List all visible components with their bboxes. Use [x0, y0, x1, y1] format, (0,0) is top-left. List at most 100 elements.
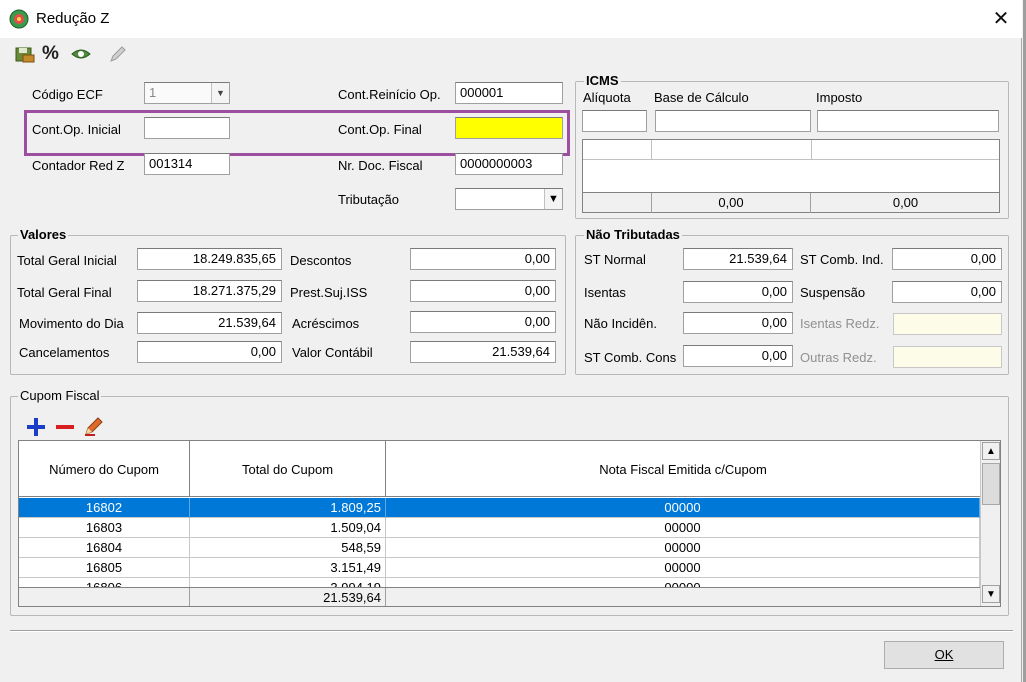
cont-reinicio-input[interactable]: 000001: [455, 82, 563, 104]
table-row[interactable]: 16804 548,59 00000: [19, 538, 980, 558]
prest-suj-iss-label: Prest.Suj.ISS: [290, 285, 368, 300]
imposto-input[interactable]: [817, 110, 999, 132]
imposto-label: Imposto: [816, 90, 863, 105]
cancelamentos-label: Cancelamentos: [19, 345, 110, 360]
scroll-thumb[interactable]: [982, 463, 1000, 505]
base-calculo-input[interactable]: [655, 110, 811, 132]
descontos-input[interactable]: 0,00: [410, 248, 556, 270]
icms-grid-footer: 0,00 0,00: [583, 192, 999, 213]
st-comb-ind-input[interactable]: 0,00: [892, 248, 1002, 270]
remove-icon[interactable]: [54, 416, 76, 438]
tributacao-select[interactable]: ▼: [455, 188, 563, 210]
close-icon[interactable]: ✕: [988, 6, 1014, 32]
ok-button[interactable]: OK: [884, 641, 1004, 669]
divider: [811, 140, 812, 160]
window-title: Redução Z: [36, 10, 110, 27]
app-icon: [9, 9, 29, 29]
tributacao-label: Tributação: [338, 192, 399, 207]
outras-redz-input: [893, 346, 1002, 368]
st-normal-label: ST Normal: [584, 252, 646, 267]
table-cell: 00000: [386, 498, 980, 518]
icms-total-base: 0,00: [651, 193, 811, 213]
movimento-dia-input[interactable]: 21.539,64: [137, 312, 282, 334]
reducao-z-window: Redução Z ✕ % Código ECF 1 ▼ Cont.Op. In…: [0, 0, 1022, 682]
cont-op-final-input[interactable]: [455, 117, 563, 139]
movimento-dia-label: Movimento do Dia: [19, 316, 124, 331]
add-icon[interactable]: [25, 416, 47, 438]
eye-icon[interactable]: [70, 44, 92, 64]
table-row[interactable]: 16802 1.809,25 00000: [19, 498, 980, 518]
total-geral-inicial-input[interactable]: 18.249.835,65: [137, 248, 282, 270]
table-cell: 00000: [386, 558, 980, 578]
st-comb-cons-input[interactable]: 0,00: [683, 345, 793, 367]
table-cell: 16803: [19, 518, 190, 538]
divider: [651, 140, 652, 160]
cancelamentos-input[interactable]: 0,00: [137, 341, 282, 363]
contador-red-z-label: Contador Red Z: [32, 158, 125, 173]
title-bar: Redução Z ✕: [0, 0, 1022, 38]
total-geral-inicial-label: Total Geral Inicial: [17, 253, 117, 268]
nao-tributadas-title: Não Tributadas: [584, 227, 682, 242]
percent-icon[interactable]: %: [42, 44, 64, 64]
column-header[interactable]: Total do Cupom: [190, 441, 386, 497]
st-normal-input[interactable]: 21.539,64: [683, 248, 793, 270]
cupom-grid-header: Número do Cupom Total do Cupom Nota Fisc…: [19, 441, 980, 497]
suspensao-label: Suspensão: [800, 285, 866, 300]
aliquota-label: Alíquota: [583, 90, 631, 105]
st-comb-ind-label: ST Comb. Ind.: [800, 252, 884, 267]
suspensao-input[interactable]: 0,00: [892, 281, 1002, 303]
total-geral-final-label: Total Geral Final: [17, 285, 112, 300]
save-icon[interactable]: [14, 44, 36, 64]
nr-doc-fiscal-input[interactable]: 0000000003: [455, 153, 563, 175]
cupom-total-row: 21.539,64: [19, 587, 980, 606]
table-cell: 548,59: [190, 538, 386, 558]
nr-doc-fiscal-label: Nr. Doc. Fiscal: [338, 158, 423, 173]
table-row[interactable]: 16805 3.151,49 00000: [19, 558, 980, 578]
cupom-total: 21.539,64: [190, 588, 386, 606]
isentas-label: Isentas: [584, 285, 626, 300]
cont-reinicio-label: Cont.Reinício Op.: [338, 87, 441, 102]
edit-icon[interactable]: [83, 415, 105, 437]
scroll-up-icon[interactable]: ▲: [982, 442, 1000, 460]
column-header[interactable]: Nota Fiscal Emitida c/Cupom: [386, 441, 980, 497]
table-cell: 00000: [386, 538, 980, 558]
isentas-input[interactable]: 0,00: [683, 281, 793, 303]
cont-op-inicial-input[interactable]: [144, 117, 230, 139]
valores-title: Valores: [18, 227, 69, 242]
cupom-grid[interactable]: Número do Cupom Total do Cupom Nota Fisc…: [18, 440, 1001, 607]
table-row[interactable]: 16803 1.509,04 00000: [19, 518, 980, 538]
codigo-ecf-label: Código ECF: [32, 87, 103, 102]
table-cell: 1.809,25: [190, 498, 386, 518]
valor-contabil-label: Valor Contábil: [292, 345, 373, 360]
acrescimos-input[interactable]: 0,00: [410, 311, 556, 333]
base-calculo-label: Base de Cálculo: [654, 90, 749, 105]
cupom-fiscal-title: Cupom Fiscal: [18, 388, 102, 403]
contador-red-z-input[interactable]: 001314: [144, 153, 230, 175]
aliquota-input[interactable]: [582, 110, 647, 132]
scroll-down-icon[interactable]: ▼: [982, 585, 1000, 603]
chevron-down-icon: ▼: [211, 83, 229, 103]
isentas-redz-label: Isentas Redz.: [800, 316, 880, 331]
column-header[interactable]: Número do Cupom: [19, 441, 190, 497]
total-geral-final-input[interactable]: 18.271.375,29: [137, 280, 282, 302]
outras-redz-label: Outras Redz.: [800, 350, 877, 365]
nao-inciden-input[interactable]: 0,00: [683, 312, 793, 334]
icms-grid-row: [583, 140, 999, 160]
vertical-scrollbar[interactable]: ▲ ▼: [980, 441, 1000, 606]
icms-total-imposto: 0,00: [892, 195, 919, 210]
icms-grid[interactable]: 0,00 0,00: [582, 139, 1000, 213]
ok-label: OK: [934, 647, 954, 662]
cont-op-inicial-label: Cont.Op. Inicial: [32, 122, 121, 137]
prest-suj-iss-input[interactable]: 0,00: [410, 280, 556, 302]
codigo-ecf-value: 1: [149, 85, 157, 100]
nao-inciden-label: Não Incidên.: [584, 316, 657, 331]
chevron-down-icon: ▼: [544, 189, 562, 209]
valor-contabil-input[interactable]: 21.539,64: [410, 341, 556, 363]
table-cell: 00000: [386, 518, 980, 538]
codigo-ecf-combo[interactable]: 1 ▼: [144, 82, 230, 104]
icms-title: ICMS: [584, 73, 621, 88]
isentas-redz-input: [893, 313, 1002, 335]
table-cell: 3.151,49: [190, 558, 386, 578]
edit-icon[interactable]: [107, 44, 129, 64]
table-cell: 16802: [19, 498, 190, 518]
